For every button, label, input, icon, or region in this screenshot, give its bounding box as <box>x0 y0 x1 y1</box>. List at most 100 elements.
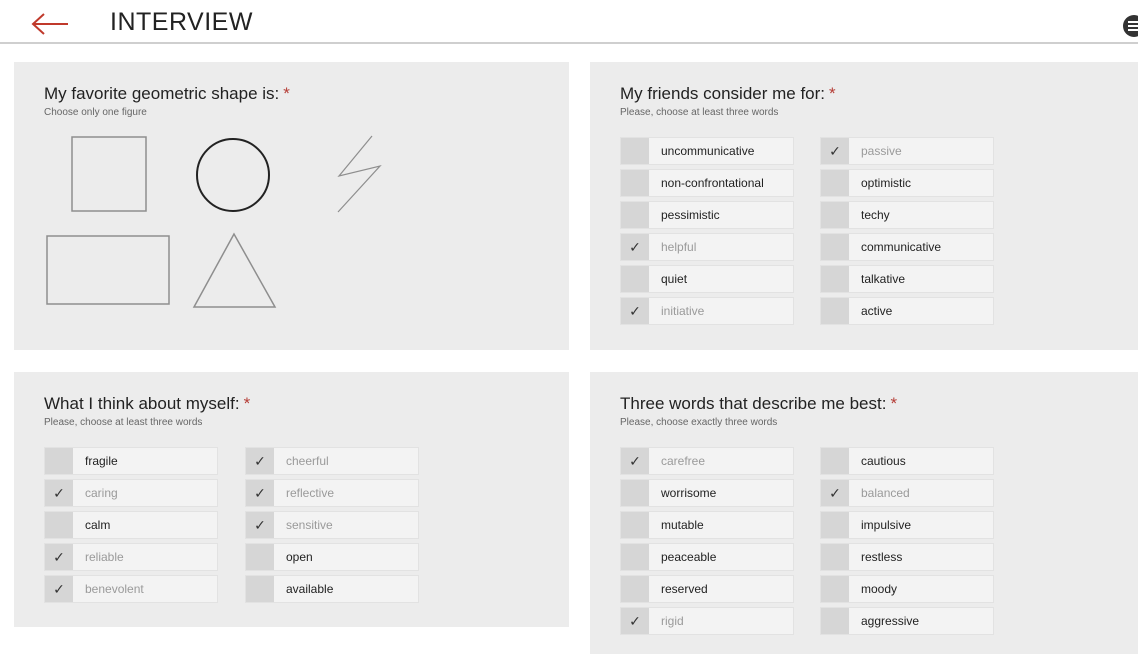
friends-question-card: My friends consider me for: * Please, cho… <box>590 62 1138 350</box>
checkbox[interactable] <box>621 170 649 196</box>
checkbox[interactable] <box>821 298 849 324</box>
option-label: open <box>286 550 313 564</box>
checkbox-option[interactable]: moody <box>820 575 994 603</box>
checkbox[interactable] <box>821 608 849 634</box>
checkbox[interactable] <box>821 234 849 260</box>
checkbox[interactable] <box>621 202 649 228</box>
option-label: cautious <box>861 454 906 468</box>
checkbox[interactable] <box>45 448 73 474</box>
question-subtitle: Choose only one figure <box>44 107 147 118</box>
checkbox-option[interactable]: non-confrontational <box>620 169 794 197</box>
checkbox-option[interactable]: optimistic <box>820 169 994 197</box>
question-subtitle: Please, choose at least three words <box>44 417 203 428</box>
checkbox[interactable] <box>246 576 274 602</box>
option-label: non-confrontational <box>661 176 764 190</box>
triangle-shape-option[interactable] <box>190 231 280 311</box>
checkbox-option[interactable]: fragile <box>44 447 218 475</box>
checkbox-option[interactable]: talkative <box>820 265 994 293</box>
option-label: talkative <box>861 272 906 286</box>
option-label: balanced <box>861 486 910 500</box>
checkbox-option[interactable]: ✓ passive <box>820 137 994 165</box>
checkbox-option[interactable]: uncommunicative <box>620 137 794 165</box>
square-shape-option[interactable] <box>70 135 150 215</box>
checkbox-option[interactable]: ✓ sensitive <box>245 511 419 539</box>
zigzag-shape-option[interactable] <box>332 134 388 214</box>
required-mark: * <box>283 84 290 103</box>
option-label: reserved <box>661 582 708 596</box>
checkbox-option[interactable]: peaceable <box>620 543 794 571</box>
checkbox[interactable] <box>821 576 849 602</box>
checkbox-option[interactable]: ✓ initiative <box>620 297 794 325</box>
checkmark-icon: ✓ <box>53 485 65 501</box>
checkbox[interactable] <box>821 512 849 538</box>
option-label: restless <box>861 550 903 564</box>
checkbox[interactable] <box>821 266 849 292</box>
checkbox[interactable] <box>821 544 849 570</box>
checkbox-option[interactable]: communicative <box>820 233 994 261</box>
checkbox-option[interactable]: techy <box>820 201 994 229</box>
question-title: What I think about myself: * <box>44 394 251 413</box>
checkbox[interactable] <box>621 512 649 538</box>
rectangle-shape-option[interactable] <box>45 234 173 308</box>
checkbox-option[interactable]: pessimistic <box>620 201 794 229</box>
checkbox[interactable] <box>621 138 649 164</box>
checkbox-option[interactable]: ✓ reliable <box>44 543 218 571</box>
checkbox[interactable] <box>821 202 849 228</box>
option-label: active <box>861 304 893 318</box>
checkmark-icon: ✓ <box>254 453 266 469</box>
checkbox-option[interactable]: ✓ benevolent <box>44 575 218 603</box>
menu-button[interactable] <box>1123 15 1138 37</box>
checkbox-option[interactable]: reserved <box>620 575 794 603</box>
page-title: INTERVIEW <box>110 8 253 36</box>
checkbox-option[interactable]: calm <box>44 511 218 539</box>
option-label: sensitive <box>286 518 333 532</box>
checkbox-option[interactable]: worrisome <box>620 479 794 507</box>
required-mark: * <box>243 394 251 413</box>
checkbox[interactable] <box>621 576 649 602</box>
option-label: mutable <box>661 518 704 532</box>
checkbox[interactable] <box>621 544 649 570</box>
checkbox-option[interactable]: ✓ carefree <box>620 447 794 475</box>
three-words-question-card: Three words that describe me best: * Plea… <box>590 372 1138 654</box>
option-label: rigid <box>661 614 684 628</box>
checkbox-option[interactable]: impulsive <box>820 511 994 539</box>
option-label: carefree <box>661 454 706 468</box>
checkbox-option[interactable]: ✓ cheerful <box>245 447 419 475</box>
checkbox-option[interactable]: ✓ helpful <box>620 233 794 261</box>
question-title: My friends consider me for: * <box>620 84 836 103</box>
checkmark-icon: ✓ <box>254 517 266 533</box>
checkbox[interactable] <box>621 480 649 506</box>
checkbox-option[interactable]: aggressive <box>820 607 994 635</box>
option-label: fragile <box>85 454 118 468</box>
checkbox-option[interactable]: cautious <box>820 447 994 475</box>
checkmark-icon: ✓ <box>829 485 841 501</box>
checkbox-option[interactable]: active <box>820 297 994 325</box>
option-label: uncommunicative <box>661 144 755 158</box>
checkbox[interactable] <box>821 448 849 474</box>
checkbox-option[interactable]: open <box>245 543 419 571</box>
required-mark: * <box>890 394 898 413</box>
option-label: moody <box>861 582 898 596</box>
checkbox-option[interactable]: quiet <box>620 265 794 293</box>
checkbox-option[interactable]: available <box>245 575 419 603</box>
checkbox[interactable] <box>45 512 73 538</box>
checkmark-icon: ✓ <box>629 303 641 319</box>
back-button[interactable] <box>30 12 70 36</box>
checkbox-option[interactable]: ✓ reflective <box>245 479 419 507</box>
checkbox-option[interactable]: restless <box>820 543 994 571</box>
checkbox-option[interactable]: ✓ rigid <box>620 607 794 635</box>
option-label: peaceable <box>661 550 717 564</box>
option-label: reflective <box>286 486 335 500</box>
checkbox-option[interactable]: ✓ caring <box>44 479 218 507</box>
checkbox[interactable] <box>621 266 649 292</box>
checkbox-option[interactable]: ✓ balanced <box>820 479 994 507</box>
option-label: techy <box>861 208 890 222</box>
checkbox-option[interactable]: mutable <box>620 511 794 539</box>
myself-question-card: What I think about myself: * Please, choo… <box>14 372 569 627</box>
checkbox[interactable] <box>821 170 849 196</box>
checkmark-icon: ✓ <box>829 143 841 159</box>
option-label: aggressive <box>861 614 920 628</box>
option-label: available <box>286 582 334 596</box>
circle-shape-option[interactable] <box>194 136 274 216</box>
checkbox[interactable] <box>246 544 274 570</box>
